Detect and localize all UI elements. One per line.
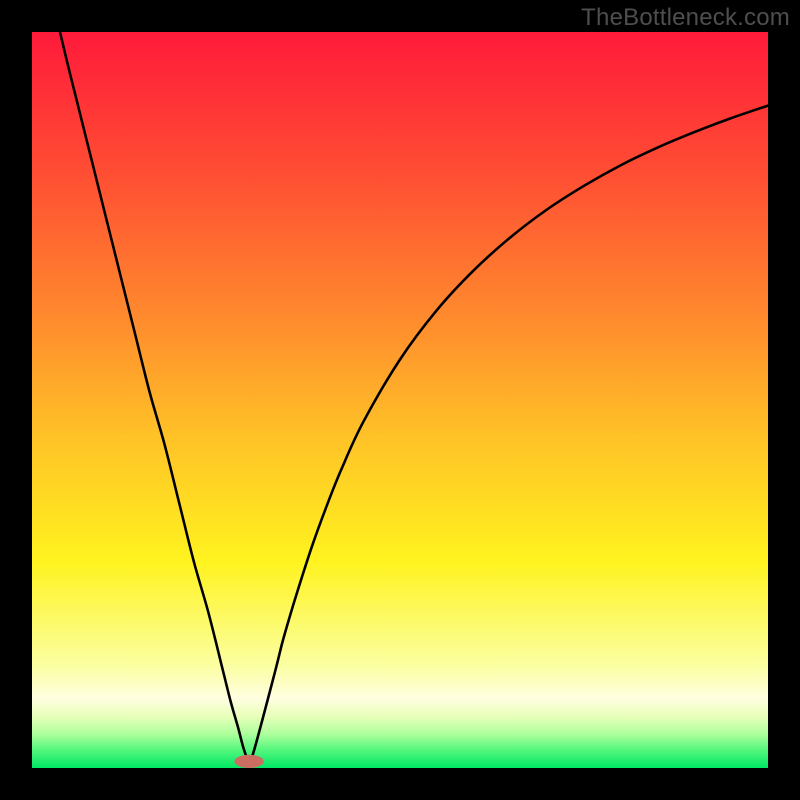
- chart-frame: TheBottleneck.com: [0, 0, 800, 800]
- plot-area: [32, 32, 768, 768]
- watermark-text: TheBottleneck.com: [581, 4, 790, 32]
- curve-layer: [32, 32, 768, 768]
- bottleneck-curve: [60, 32, 768, 761]
- minimum-marker-icon: [234, 755, 263, 768]
